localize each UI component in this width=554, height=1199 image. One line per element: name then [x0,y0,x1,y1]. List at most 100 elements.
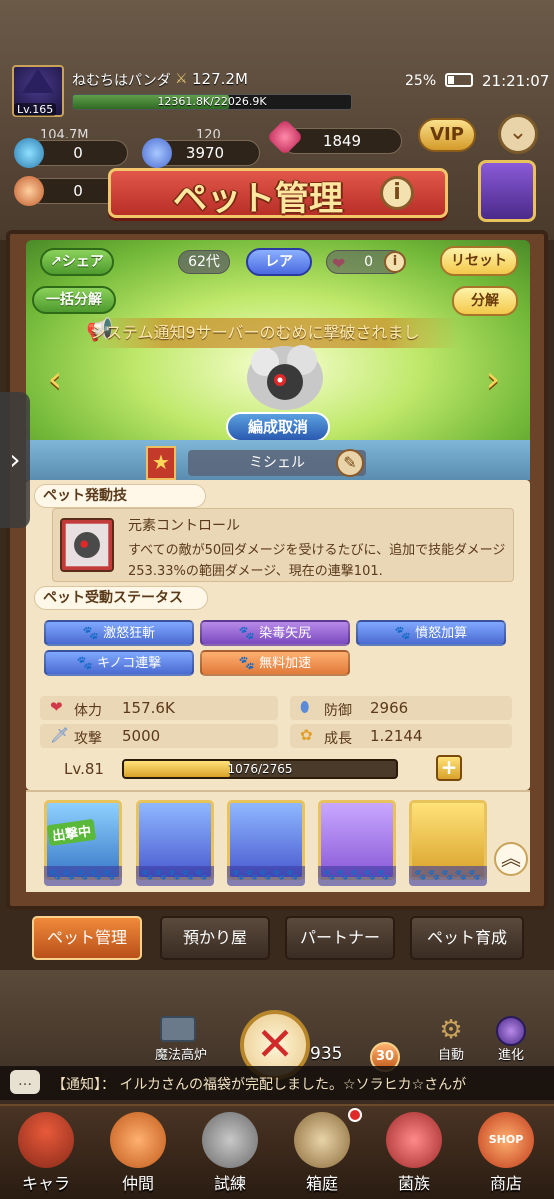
resource-partial-mid: 120 [196,128,221,138]
tab-partner[interactable]: パートナー [285,916,395,960]
paw-icon: 🐾 [238,656,260,671]
atk-label: 攻撃 [74,731,102,747]
passive-tag-label: 激怒狂斬 [103,626,156,641]
shield-icon: ⬮ [300,698,310,716]
passive-tag[interactable]: 🐾 キノコ連撃 [44,650,194,676]
bulk-decompose-button[interactable]: 一括分解 [32,286,116,314]
hp-value: 157.6K [122,699,175,717]
nav-item-companions[interactable]: 仲間 [92,1108,184,1196]
passive-tag[interactable]: 🐾 憤怒加算 [356,620,506,646]
paw-icon: 🐾 [82,626,104,641]
nav-item-trials[interactable]: 試練 [184,1108,276,1196]
passive-header-text: ペット受動ステータス [43,590,183,606]
share-label: シェア [61,254,104,270]
notice-ticker-text: 【通知】： イルカさんの福袋が完配しました。☆ソラヒカ☆さんが [52,1077,467,1093]
growth-label: 成長 [324,731,352,747]
evolve-label: 進化 [497,1048,524,1063]
potion-icon [142,138,172,168]
auto-gear-icon[interactable]: ⚙ [434,1016,468,1044]
side-drawer-tab[interactable]: › [0,392,30,528]
pet-card-paw-row: 🐾🐾🐾🐾🐾 [318,866,396,886]
atk-value: 5000 [122,727,161,745]
chat-bubble-icon[interactable]: … [10,1070,40,1094]
def-label: 防御 [324,703,352,719]
rename-pencil-icon[interactable]: ✎ [336,449,364,477]
nav-label: 菌族 [397,1174,430,1193]
heart-icon: ❤ [50,698,63,716]
active-skill-icon[interactable] [60,518,114,572]
prev-pet-arrow[interactable]: ‹ [40,360,70,400]
expand-menu-button[interactable]: ⌄ [498,114,538,154]
passive-tag[interactable]: 🐾 激怒狂斬 [44,620,194,646]
nav-item-character[interactable]: キャラ [0,1108,92,1196]
passive-tag[interactable]: 🐾 染毒矢尻 [200,620,350,646]
pet-card-paw-row: 🐾🐾🐾🐾🐾 [409,866,487,886]
crossed-swords-nav-icon [202,1112,258,1168]
paw-icon: 🐾 [238,626,260,641]
pet-card-paw-row: 🐾🐾🐾🐾🐾 [44,866,122,886]
passive-header: ペット受動ステータス [34,586,208,610]
evolve-icon[interactable] [496,1016,526,1046]
passive-tag-label: キノコ連撃 [97,656,162,671]
pet-sprite[interactable] [240,340,330,420]
active-skill-header: ペット発動技 [34,484,206,508]
exp-bar: 12361.8K/22026.9K [72,94,352,110]
pet-level-bar: 1076/2765 [122,759,398,779]
paw-nav-icon [110,1112,166,1168]
hp-label: 体力 [74,703,102,719]
unequip-button[interactable]: 編成取消 [226,412,330,442]
pet-card-paw-row: 🐾🐾🐾🐾🐾 [136,866,214,886]
nav-label: 仲間 [121,1174,154,1193]
combat-power: 127.2M [192,70,248,88]
share-icon: ↗ [50,254,62,270]
mushroom-character-icon [18,1112,74,1168]
auto-label: 自動 [437,1048,464,1063]
shop-icon: SHOP [478,1112,534,1168]
lamp-count: 935 [310,1044,343,1064]
active-skill-header-text: ペット発動技 [43,488,127,504]
passive-tag-label: 無料加速 [259,656,312,671]
nav-label: キャラ [21,1174,70,1193]
reset-button[interactable]: リセット [440,246,518,276]
share-button[interactable]: ↗シェア [40,248,114,276]
battery-icon [445,73,473,87]
tab-pet-training[interactable]: ペット育成 [410,916,524,960]
passive-tag-label: 染毒矢尻 [259,626,312,641]
garden-icon [294,1112,350,1168]
paw-icon: 🐾 [394,626,416,641]
active-skill-desc: すべての敵が50回ダメージを受けるたびに、追加で技能ダメージ253.33%の範囲… [128,543,506,579]
page-title: ペット管理 [173,179,343,219]
player-level: Lv.165 [14,103,57,116]
sword-icon: 🗡 [50,726,70,744]
hearts-info-icon[interactable]: i [384,251,406,273]
tab-daycare[interactable]: 預かり屋 [160,916,270,960]
decompose-button[interactable]: 分解 [452,286,518,316]
level-up-plus-button[interactable]: + [436,755,462,781]
next-pet-arrow[interactable]: › [478,360,508,400]
tab-pet-management[interactable]: ペット管理 [32,916,142,960]
flower-icon: ✿ [300,726,313,744]
vip-button[interactable]: VIP [418,118,476,152]
rarity-badge: レア [246,248,312,276]
crystal-icon [14,138,44,168]
def-value: 2966 [370,699,409,717]
furnace-icon[interactable] [160,1016,196,1042]
clock-time: 21:21:07 [482,72,550,90]
paw-icon: 🐾 [76,656,98,671]
garden-notification-dot [348,1108,362,1122]
spellbook-icon[interactable] [478,160,536,222]
star-rank-icon: ★ [146,446,176,480]
mushroom-icon [14,176,44,206]
resource-gem: 1849 [282,128,402,154]
nav-item-clan[interactable]: 菌族 [368,1108,460,1196]
player-name: ねむちはパンダ [72,73,171,89]
expand-roster-button[interactable]: ︽ [494,842,528,876]
exp-text: 12361.8K/22026.9K [157,95,267,108]
nav-label: 試練 [213,1174,246,1193]
generation-badge: 62代 [178,250,230,274]
nav-label: 箱庭 [305,1174,338,1193]
pet-card-paw-row: 🐾🐾🐾🐾🐾 [227,866,305,886]
nav-item-shop[interactable]: SHOP 商店 [460,1108,552,1196]
passive-tag[interactable]: 🐾 無料加速 [200,650,350,676]
title-info-button[interactable]: i [380,176,414,210]
